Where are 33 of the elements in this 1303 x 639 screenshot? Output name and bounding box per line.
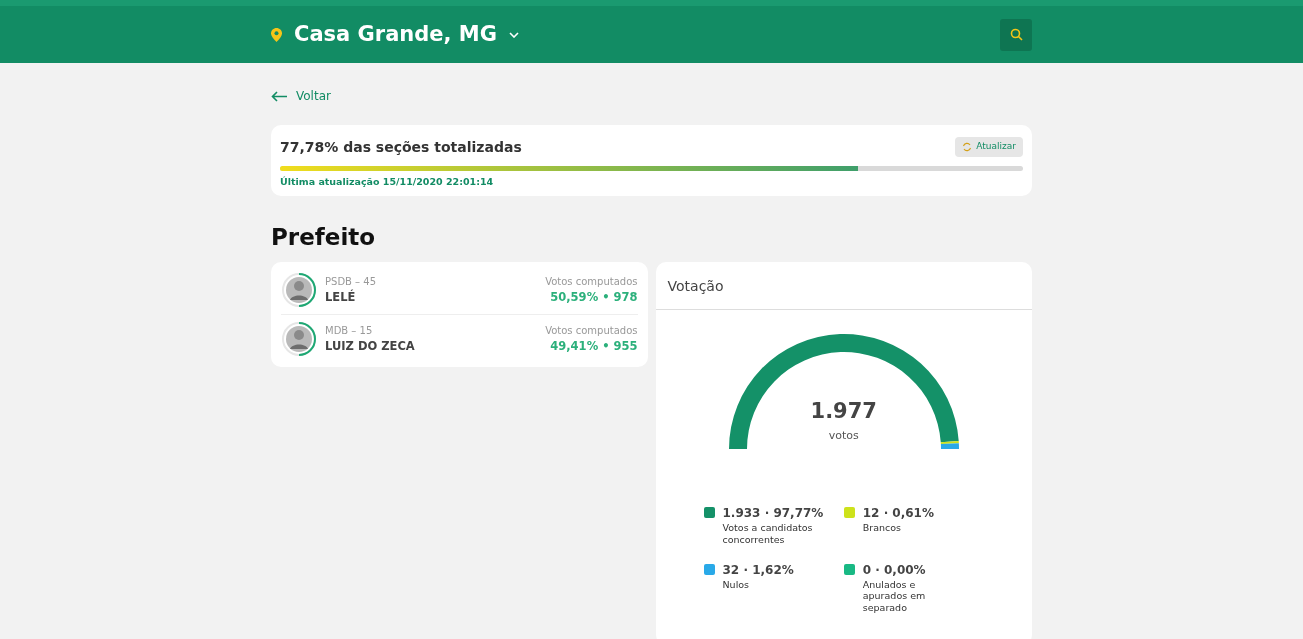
refresh-button[interactable]: Atualizar <box>955 137 1023 157</box>
legend-value: 12 · 0,61% <box>862 505 934 523</box>
location-title[interactable]: Casa Grande, MG <box>294 18 497 51</box>
candidate-party: MDB – 15 <box>325 324 374 339</box>
arrow-left-icon <box>271 90 288 102</box>
back-link[interactable]: Voltar <box>271 87 331 105</box>
total-votes-label: votos <box>828 427 859 444</box>
legend-value: 32 · 1,62% <box>722 562 794 580</box>
candidate-name: LELÉ <box>325 289 357 307</box>
search-button[interactable] <box>1000 18 1032 51</box>
card-title: Votação <box>655 262 1032 311</box>
candidate-party: PSDB – 45 <box>325 275 378 289</box>
total-votes: 1.977 <box>810 398 877 426</box>
legend-label: Anulados e apurados em separado <box>862 579 927 614</box>
legend-label: Votos a candidatos concorrentes <box>722 522 814 546</box>
location-pin-icon <box>271 27 282 42</box>
votes-result: 50,59% • 978 <box>549 289 638 307</box>
votes-result: 49,41% • 955 <box>549 338 638 356</box>
search-icon <box>1009 28 1023 41</box>
candidate-name: LUIZ DO ZECA <box>325 338 416 356</box>
candidate-avatar <box>281 321 317 358</box>
progress-title: 77,78% das seções totalizadas <box>280 137 522 157</box>
refresh-icon <box>962 142 973 152</box>
section-title: Prefeito <box>271 222 377 252</box>
votes-label: Votos computados <box>545 324 638 339</box>
chevron-down-icon[interactable] <box>509 31 519 38</box>
votes-label: Votos computados <box>545 275 638 290</box>
candidate-avatar <box>281 272 317 309</box>
legend-value: 1.933 · 97,77% <box>722 505 824 523</box>
legend-label: Nulos <box>722 579 751 591</box>
legend-value: 0 · 0,00% <box>862 562 927 580</box>
legend-label: Brancos <box>862 522 902 534</box>
last-update-text: Última atualização 15/11/2020 22:01:14 <box>280 174 495 189</box>
